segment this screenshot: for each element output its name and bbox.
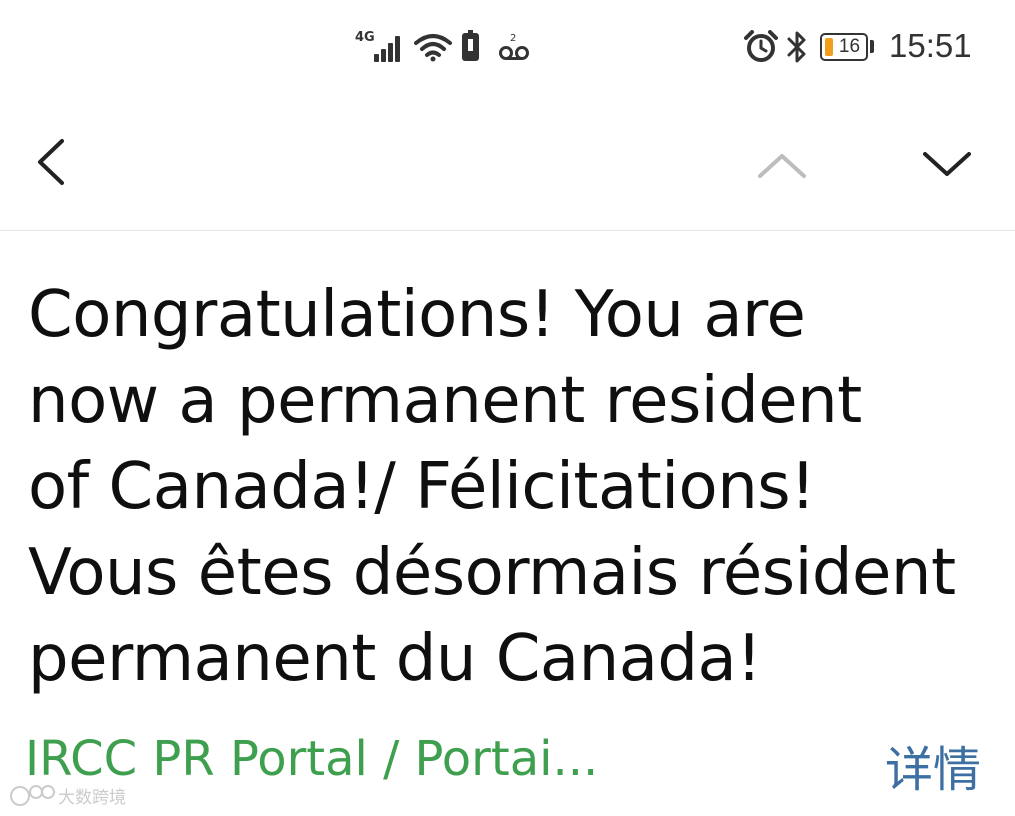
message-nav-bar (0, 95, 1015, 231)
network-type-label: 4G (355, 30, 375, 45)
battery-alert-icon (462, 30, 479, 61)
watermark-logo: 大数跨境 (10, 785, 126, 808)
wifi-icon (414, 34, 452, 62)
next-message-down-icon[interactable] (921, 150, 973, 180)
message-line: permanent du Canada! (28, 622, 762, 696)
svg-text:大数跨境: 大数跨境 (58, 788, 126, 808)
message-line: Vous êtes désormais résident (28, 536, 956, 610)
message-body: Congratulations! You are now a permanent… (28, 272, 988, 702)
battery-level: 16 (838, 36, 861, 57)
message-line: Congratulations! You are (28, 278, 806, 352)
previous-message-up-icon[interactable] (756, 150, 808, 180)
sender-link[interactable]: IRCC PR Portal / Portai... (25, 731, 598, 787)
details-button[interactable]: 详情 (885, 730, 981, 800)
battery-fill (825, 38, 833, 56)
battery-terminal (870, 40, 874, 53)
alarm-icon (744, 30, 778, 62)
back-chevron-icon[interactable] (32, 137, 72, 187)
battery-icon: 16 (820, 33, 868, 61)
status-time: 15:51 (889, 27, 972, 64)
message-line: of Canada!/ Félicitations! (28, 450, 816, 524)
signal-icon (374, 34, 406, 62)
bluetooth-icon (787, 31, 806, 63)
voicemail-icon: 2 (499, 33, 529, 60)
status-bar: 4G 2 16 15:51 (0, 0, 1015, 95)
svg-text:2: 2 (510, 33, 516, 44)
message-line: now a permanent resident (28, 364, 862, 438)
